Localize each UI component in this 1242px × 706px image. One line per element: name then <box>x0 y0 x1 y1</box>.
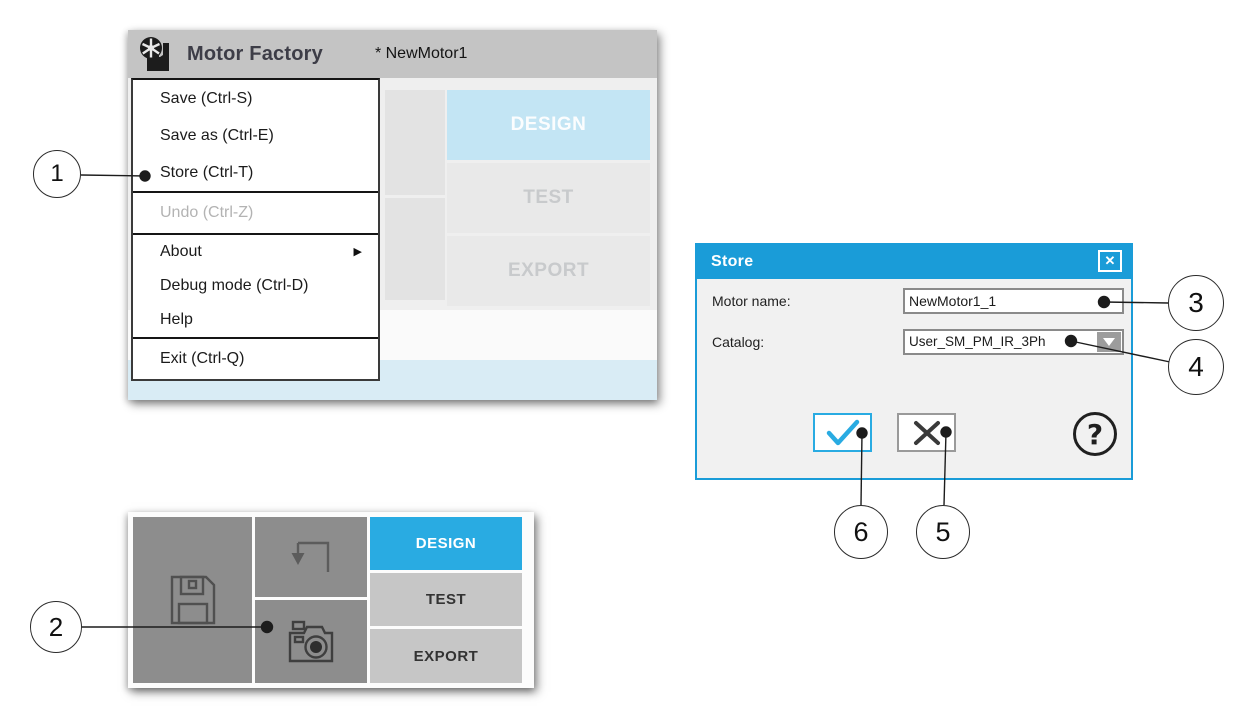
menu-item-debug-mode[interactable]: Debug mode (Ctrl-D) <box>133 269 378 303</box>
motor-name-input[interactable] <box>903 288 1124 314</box>
faded-camera-button[interactable] <box>385 198 445 300</box>
menu-item-exit[interactable]: Exit (Ctrl-Q) <box>133 339 378 379</box>
back-step-button[interactable] <box>255 517 367 597</box>
catalog-label: Catalog: <box>712 329 764 355</box>
toolbar-tab-test[interactable]: TEST <box>370 573 522 626</box>
app-title: Motor Factory <box>187 43 323 66</box>
help-button[interactable]: ? <box>1073 412 1117 456</box>
menu-item-save-as[interactable]: Save as (Ctrl-E) <box>133 117 378 154</box>
menu-item-store[interactable]: Store (Ctrl-T) <box>133 154 378 191</box>
faded-arrow-button[interactable] <box>385 90 445 195</box>
submenu-arrow-icon: ▶ <box>354 235 362 269</box>
x-icon <box>910 419 944 447</box>
page: Motor Factory * NewMotor1 DESIGN TEST EX… <box>0 0 1242 706</box>
store-dialog: Store ✕ Motor name: Catalog: User_SM_PM_… <box>695 243 1133 480</box>
callout-4: 4 <box>1168 339 1224 395</box>
tab-design[interactable]: DESIGN <box>447 90 650 160</box>
callout-2: 2 <box>30 601 82 653</box>
store-dialog-titlebar[interactable]: Store ✕ <box>697 245 1131 279</box>
store-dialog-title: Store <box>711 253 753 271</box>
menu-item-about-label: About <box>160 243 202 260</box>
callout-3: 3 <box>1168 275 1224 331</box>
save-button[interactable] <box>133 517 252 683</box>
callout-1: 1 <box>33 150 81 198</box>
document-title: * NewMotor1 <box>375 45 467 63</box>
callout-5: 5 <box>916 505 970 559</box>
toolbar-tab-design[interactable]: DESIGN <box>370 517 522 570</box>
snapshot-button[interactable] <box>255 600 367 683</box>
menu-item-undo: Undo (Ctrl-Z) <box>133 193 378 233</box>
toolbar-window: DESIGN TEST EXPORT <box>128 512 534 688</box>
cancel-button[interactable] <box>897 413 956 452</box>
toolbar-tab-export[interactable]: EXPORT <box>370 629 522 683</box>
file-menu: Save (Ctrl-S) Save as (Ctrl-E) Store (Ct… <box>131 78 380 381</box>
tab-export[interactable]: EXPORT <box>447 236 650 306</box>
menu-item-about[interactable]: About ▶ <box>133 235 378 269</box>
check-icon <box>823 418 863 448</box>
titlebar: Motor Factory * NewMotor1 <box>128 30 657 78</box>
dropdown-arrow-icon[interactable] <box>1097 332 1121 352</box>
camera-icon <box>286 619 336 665</box>
menu-item-help[interactable]: Help <box>133 303 378 337</box>
floppy-disk-icon <box>169 574 217 626</box>
return-arrow-icon <box>286 536 336 578</box>
catalog-dropdown[interactable]: User_SM_PM_IR_3Ph <box>903 329 1124 355</box>
motor-name-label: Motor name: <box>712 288 791 314</box>
question-mark-icon: ? <box>1087 418 1103 451</box>
menu-item-save[interactable]: Save (Ctrl-S) <box>133 80 378 117</box>
catalog-value: User_SM_PM_IR_3Ph <box>909 331 1046 353</box>
main-window: Motor Factory * NewMotor1 DESIGN TEST EX… <box>128 30 657 400</box>
motor-factory-logo-icon <box>137 35 177 73</box>
close-icon[interactable]: ✕ <box>1098 250 1122 272</box>
callout-6: 6 <box>834 505 888 559</box>
ok-button[interactable] <box>813 413 872 452</box>
tab-test[interactable]: TEST <box>447 163 650 233</box>
